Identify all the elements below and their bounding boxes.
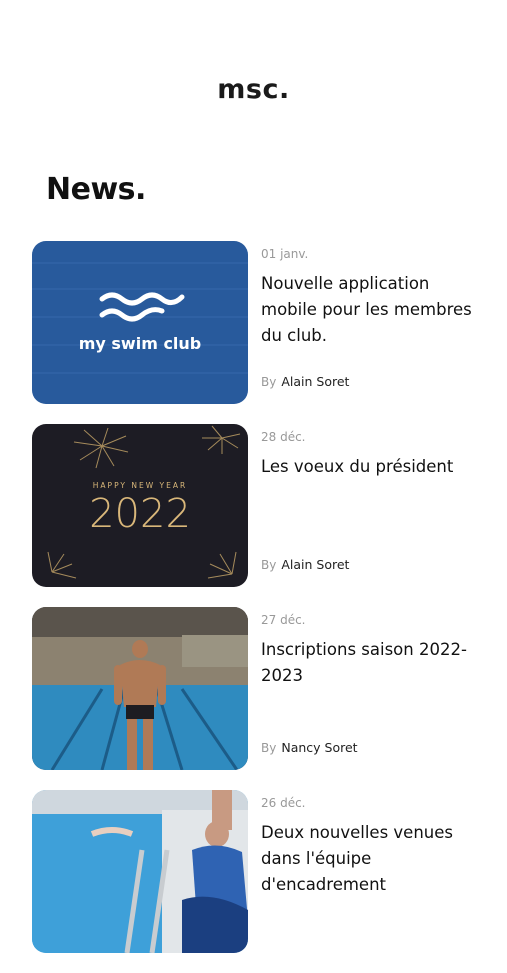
news-date: 01 janv. bbox=[261, 247, 309, 261]
news-item[interactable]: 26 déc. Deux nouvelles venues dans l'équ… bbox=[32, 790, 492, 953]
news-item[interactable]: 27 déc. Inscriptions saison 2022-2023 By… bbox=[32, 607, 492, 770]
news-thumbnail[interactable] bbox=[32, 790, 248, 953]
swim-club-logo-image: my swim club bbox=[32, 241, 248, 404]
news-date: 28 déc. bbox=[261, 430, 306, 444]
news-thumbnail[interactable]: my swim club bbox=[32, 241, 248, 404]
byline: By Nancy Soret bbox=[261, 740, 358, 755]
by-label: By bbox=[261, 375, 277, 389]
by-label: By bbox=[261, 741, 277, 755]
news-date: 27 déc. bbox=[261, 613, 306, 627]
page-title: News. bbox=[46, 172, 146, 207]
author-name[interactable]: Alain Soret bbox=[281, 374, 349, 389]
indoor-pool-image bbox=[32, 607, 248, 770]
thumb-caption: my swim club bbox=[79, 334, 202, 353]
news-title[interactable]: Inscriptions saison 2022-2023 bbox=[261, 637, 486, 689]
news-title[interactable]: Deux nouvelles venues dans l'équipe d'en… bbox=[261, 820, 486, 898]
byline: By Alain Soret bbox=[261, 374, 349, 389]
new-year-image: HAPPY NEW YEAR 2022 bbox=[32, 424, 248, 587]
news-item[interactable]: my swim club 01 janv. Nouvelle applicati… bbox=[32, 241, 492, 404]
news-item[interactable]: HAPPY NEW YEAR 2022 28 déc. Les voeux du… bbox=[32, 424, 492, 587]
coach-pool-image bbox=[32, 790, 248, 953]
author-name[interactable]: Nancy Soret bbox=[281, 740, 357, 755]
news-title[interactable]: Nouvelle application mobile pour les mem… bbox=[261, 271, 486, 349]
by-label: By bbox=[261, 558, 277, 572]
app-logo[interactable]: msc. bbox=[0, 74, 507, 105]
news-thumbnail[interactable]: HAPPY NEW YEAR 2022 bbox=[32, 424, 248, 587]
author-name[interactable]: Alain Soret bbox=[281, 557, 349, 572]
news-date: 26 déc. bbox=[261, 796, 306, 810]
news-thumbnail[interactable] bbox=[32, 607, 248, 770]
news-title[interactable]: Les voeux du président bbox=[261, 454, 486, 480]
news-list: my swim club 01 janv. Nouvelle applicati… bbox=[32, 241, 492, 973]
thumb-caption-top: HAPPY NEW YEAR bbox=[93, 481, 187, 490]
thumb-caption-year: 2022 bbox=[89, 491, 191, 537]
byline: By Alain Soret bbox=[261, 557, 349, 572]
